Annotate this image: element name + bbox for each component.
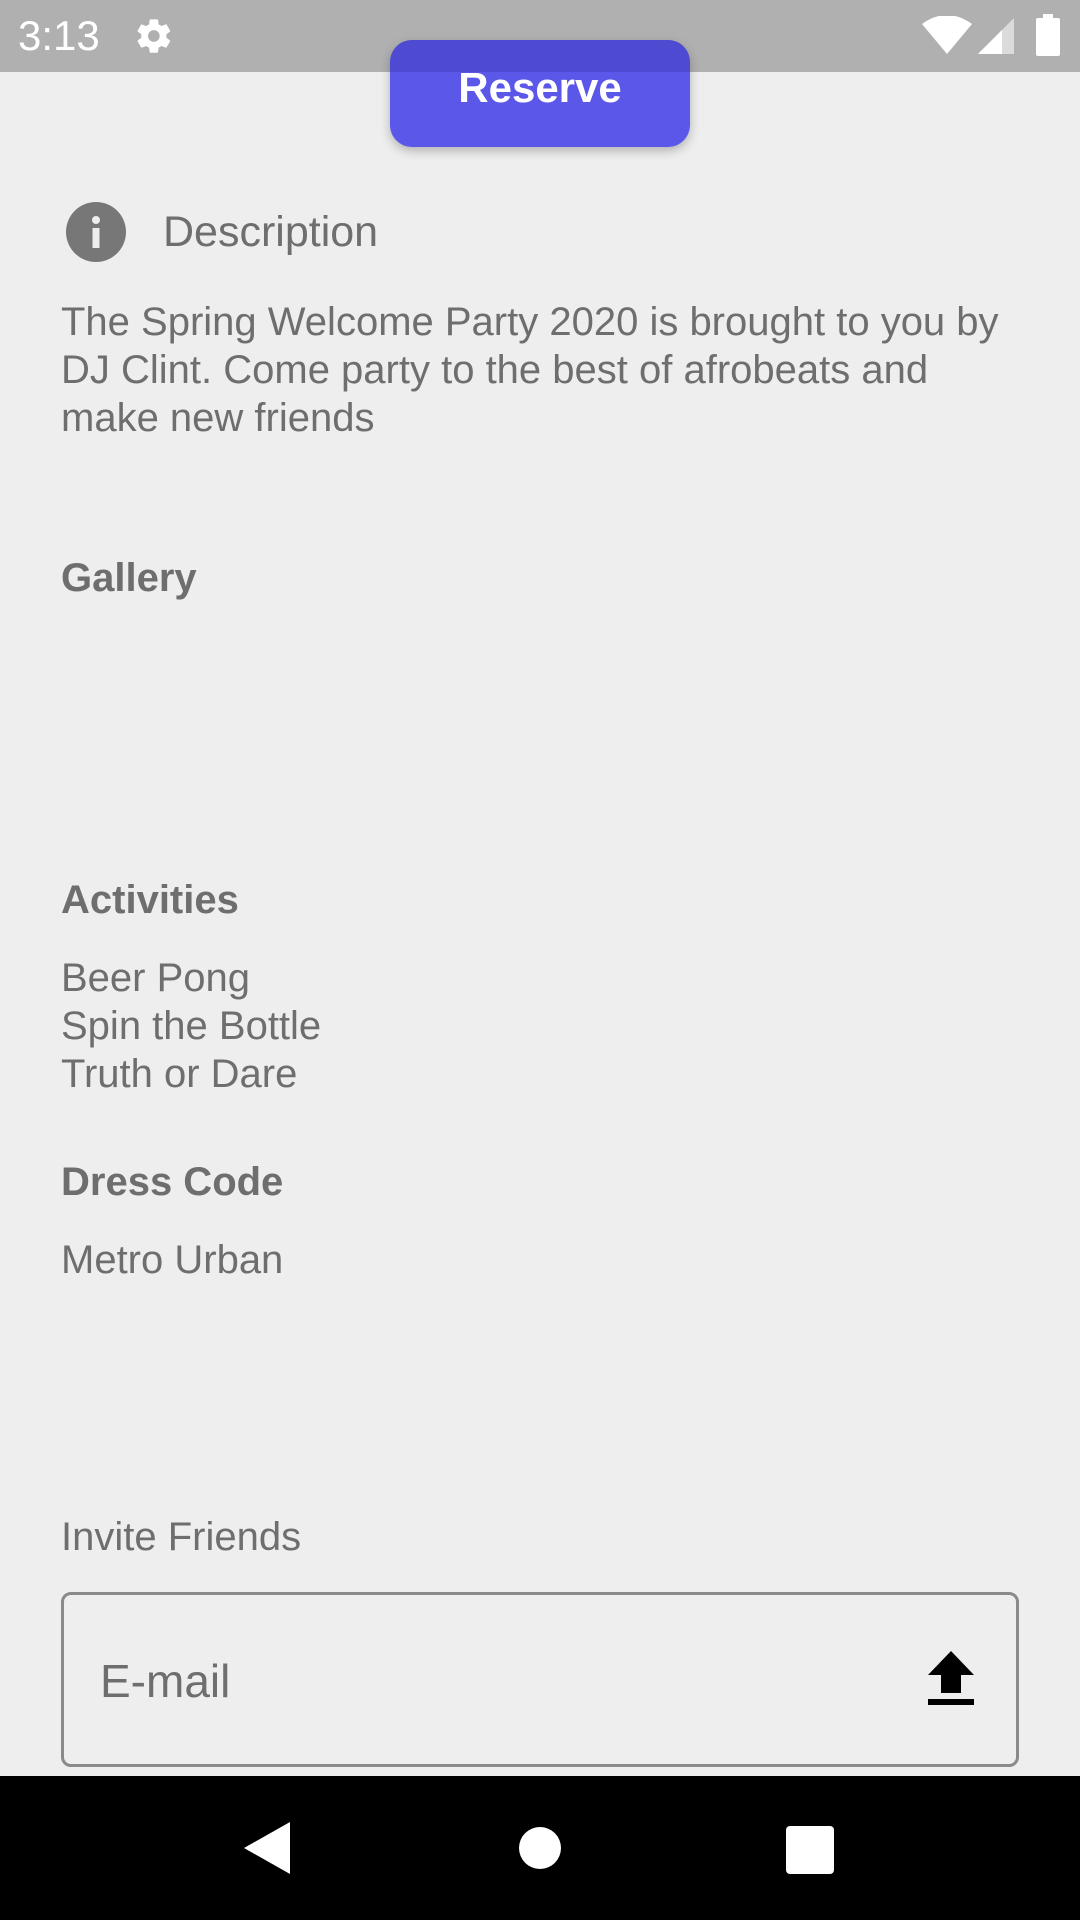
status-time: 3:13 — [18, 12, 100, 59]
activity-item: Beer Pong — [61, 956, 251, 1000]
activity-item: Truth or Dare — [61, 1052, 298, 1096]
signal-icon — [978, 18, 1014, 54]
reserve-button-label: Reserve — [458, 63, 622, 111]
home-icon[interactable] — [518, 1826, 562, 1870]
gallery-area — [61, 620, 1021, 860]
back-icon[interactable] — [244, 1822, 290, 1874]
invite-friends-label: Invite Friends — [61, 1515, 302, 1559]
gear-icon — [137, 19, 171, 53]
activities-heading: Activities — [61, 878, 239, 922]
battery-icon — [1036, 14, 1060, 56]
upload-icon[interactable] — [926, 1651, 976, 1707]
recents-icon[interactable] — [786, 1826, 834, 1874]
activities-list: Beer Pong Spin the Bottle Truth or Dare — [61, 954, 321, 1098]
event-details-screen: 3:13 Reserve Description The Spring Welc… — [0, 0, 1080, 1920]
info-icon — [66, 202, 126, 262]
navigation-bar — [0, 1776, 1080, 1920]
description-text: The Spring Welcome Party 2020 is brought… — [61, 300, 999, 440]
gallery-heading: Gallery — [61, 556, 197, 600]
description-title: Description — [163, 208, 379, 256]
email-field[interactable] — [61, 1592, 1019, 1767]
email-input[interactable] — [98, 1635, 882, 1727]
dress-code-heading: Dress Code — [61, 1160, 284, 1204]
wifi-icon — [922, 16, 972, 54]
dress-code-value: Metro Urban — [61, 1238, 284, 1282]
reserve-button[interactable]: Reserve — [390, 40, 690, 147]
activity-item: Spin the Bottle — [61, 1004, 322, 1048]
